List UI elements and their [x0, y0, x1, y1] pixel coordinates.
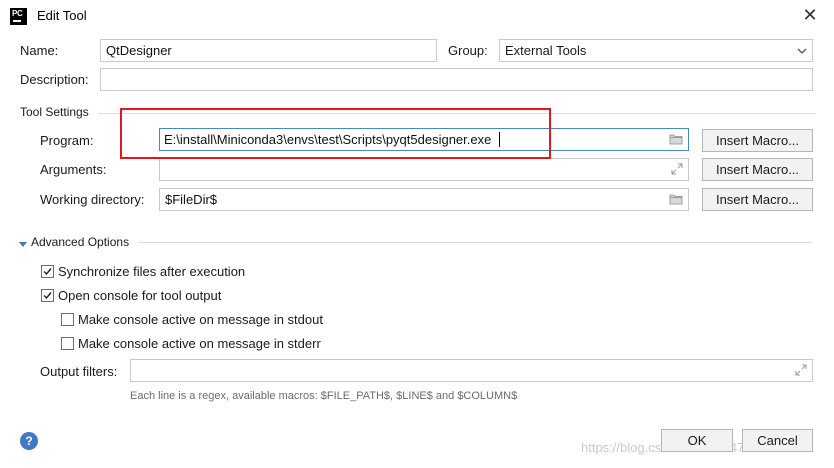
description-field[interactable] — [100, 68, 813, 91]
title-bar — [0, 0, 834, 32]
open-console-checkbox[interactable] — [41, 289, 54, 302]
insert-macro-button-arguments[interactable]: Insert Macro... — [702, 158, 813, 181]
output-filters-hint: Each line is a regex, available macros: … — [130, 390, 518, 402]
arguments-field[interactable] — [159, 158, 689, 181]
tool-settings-title: Tool Settings — [20, 105, 89, 119]
chevron-down-icon — [797, 44, 807, 59]
help-icon[interactable]: ? — [20, 432, 38, 450]
group-label: Group: — [448, 43, 488, 58]
console-stderr-checkbox[interactable] — [61, 337, 74, 350]
advanced-separator — [138, 242, 812, 243]
highlight-box — [120, 108, 551, 159]
advanced-options-title[interactable]: Advanced Options — [31, 235, 129, 249]
workdir-label: Working directory: — [40, 192, 145, 207]
console-stderr-label[interactable]: Make console active on message in stderr — [78, 336, 321, 351]
close-icon[interactable]: ✕ — [800, 5, 820, 25]
description-label: Description: — [20, 72, 89, 87]
sync-files-checkbox[interactable] — [41, 265, 54, 278]
expand-icon[interactable] — [795, 364, 807, 379]
name-field-value: QtDesigner — [106, 43, 172, 58]
output-filters-label: Output filters: — [40, 364, 118, 379]
app-icon-text: PC — [12, 9, 23, 18]
name-field[interactable]: QtDesigner — [100, 39, 437, 62]
workdir-field[interactable]: $FileDir$ — [159, 188, 689, 211]
workdir-field-value: $FileDir$ — [165, 192, 218, 207]
insert-macro-button-program[interactable]: Insert Macro... — [702, 129, 813, 152]
group-select-value: External Tools — [505, 43, 587, 58]
open-console-label[interactable]: Open console for tool output — [58, 288, 221, 303]
output-filters-field[interactable] — [130, 359, 813, 382]
program-label: Program: — [40, 133, 94, 148]
console-stdout-label[interactable]: Make console active on message in stdout — [78, 312, 323, 327]
window-title: Edit Tool — [37, 8, 87, 23]
expand-icon[interactable] — [671, 163, 683, 178]
folder-icon[interactable] — [669, 193, 683, 208]
cancel-button[interactable]: Cancel — [742, 429, 813, 452]
group-select[interactable]: External Tools — [499, 39, 813, 62]
expand-triangle-icon[interactable] — [19, 237, 28, 252]
insert-macro-button-workdir[interactable]: Insert Macro... — [702, 188, 813, 211]
name-label: Name: — [20, 43, 59, 58]
ok-button[interactable]: OK — [661, 429, 733, 452]
folder-icon[interactable] — [669, 133, 683, 148]
arguments-label: Arguments: — [40, 162, 107, 177]
console-stdout-checkbox[interactable] — [61, 313, 74, 326]
pycharm-icon: PC — [10, 8, 27, 25]
sync-files-label[interactable]: Synchronize files after execution — [58, 264, 245, 279]
